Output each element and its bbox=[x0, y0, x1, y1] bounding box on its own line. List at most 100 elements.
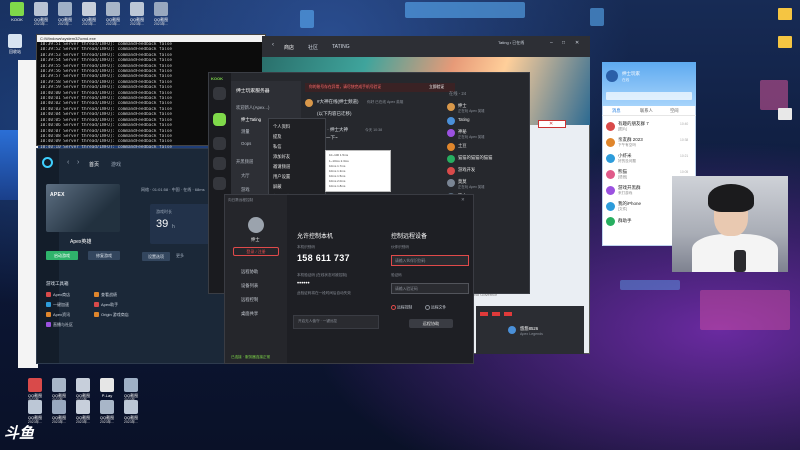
discover-icon[interactable] bbox=[213, 157, 226, 170]
desktop-icon-screenshot[interactable]: QQ截图2023年... bbox=[118, 378, 144, 402]
chat-item[interactable]: 有趣的朋友群 7 [图片] 10:40 bbox=[604, 120, 694, 134]
avatar[interactable] bbox=[447, 155, 455, 163]
record-icon[interactable] bbox=[480, 312, 488, 316]
connect-button[interactable]: 远程协助 bbox=[409, 319, 453, 328]
sidebar-item-remote-control[interactable]: 远程控制 bbox=[241, 297, 258, 303]
avatar[interactable] bbox=[447, 143, 455, 151]
avatar[interactable] bbox=[447, 117, 455, 125]
file-icon[interactable] bbox=[778, 108, 792, 120]
tab-store[interactable]: 商店 bbox=[284, 44, 294, 51]
more-link[interactable]: 更多 bbox=[176, 253, 184, 259]
avatar[interactable] bbox=[508, 326, 516, 334]
desktop-icon-screenshot[interactable]: QQ截图2023年... bbox=[94, 400, 120, 424]
close-icon[interactable]: ✕ bbox=[461, 197, 465, 203]
channel-item[interactable]: 测量 bbox=[241, 129, 250, 135]
partner-code-input[interactable]: 请输入伙伴识别码 bbox=[391, 255, 469, 266]
menu-item[interactable]: 添加好友 bbox=[273, 154, 290, 160]
avatar[interactable] bbox=[447, 179, 455, 187]
tab-home[interactable]: 首页 bbox=[89, 161, 99, 168]
desktop-icon-screenshot[interactable]: QQ截图2023年... bbox=[46, 400, 72, 424]
member-name[interactable]: 游戏开发 bbox=[458, 167, 475, 173]
desktop-icon-screenshot[interactable]: QQ截图 2023年... bbox=[76, 2, 102, 26]
member-name[interactable]: 土豆 bbox=[458, 143, 467, 149]
mode-remote-control[interactable]: 远程控制 bbox=[391, 305, 412, 311]
tool-item[interactable]: Apex助手 bbox=[94, 302, 118, 308]
avatar[interactable] bbox=[248, 217, 264, 233]
settings-button[interactable]: 设置选项 bbox=[142, 252, 170, 261]
forward-arrow-icon[interactable]: › bbox=[77, 159, 79, 166]
member-name[interactable]: 猫猫的猫猫的猫猫 bbox=[458, 155, 492, 161]
avatar[interactable] bbox=[305, 99, 313, 107]
channel-item[interactable]: Oops bbox=[241, 141, 251, 146]
close-popup-button[interactable]: ✕ bbox=[538, 120, 566, 128]
tab-community[interactable]: 社区 bbox=[308, 44, 318, 51]
user-status[interactable]: Tating • 已在线 bbox=[498, 40, 524, 46]
add-server-icon[interactable] bbox=[213, 137, 226, 150]
menu-item[interactable]: 私信 bbox=[273, 144, 282, 150]
unattended-option[interactable]: 开启无人值守 · 一键远控 bbox=[293, 315, 379, 329]
download-icon[interactable] bbox=[213, 177, 226, 190]
desktop-icon-screenshot[interactable]: QQ截图2023年... bbox=[22, 378, 48, 402]
menu-item[interactable]: 邀请频道 bbox=[273, 164, 290, 170]
console-titlebar[interactable]: C:\Windows\system32\cmd.exe bbox=[37, 35, 265, 42]
desktop-icon-screenshot[interactable]: QQ截图2023年... bbox=[22, 400, 48, 424]
menu-item[interactable]: 个人资料 bbox=[273, 124, 290, 130]
home-icon[interactable] bbox=[213, 87, 226, 100]
tab-games[interactable]: 游戏 bbox=[111, 161, 121, 168]
desktop-icon-screenshot[interactable]: QQ截图 2023年... bbox=[52, 2, 78, 26]
remote-control-window[interactable]: 向日葵远程控制 绅士 登录 / 注册 远程协助 设备列表 远程控制 桌面共享 已… bbox=[224, 194, 474, 364]
qq-search-input[interactable] bbox=[606, 92, 692, 100]
qq-status[interactable]: 在线 bbox=[622, 78, 629, 83]
avatar[interactable] bbox=[447, 103, 455, 111]
menu-item[interactable]: 提及 bbox=[273, 134, 282, 140]
tool-item[interactable]: 一键加速 bbox=[46, 302, 69, 308]
avatar[interactable] bbox=[447, 167, 455, 175]
verify-code-input[interactable]: 请输入验证码 bbox=[391, 283, 469, 294]
sidebar-item-devices[interactable]: 设备列表 bbox=[241, 283, 258, 289]
sidebar-item-desktop-share[interactable]: 桌面共享 bbox=[241, 311, 258, 317]
desktop-icon-screenshot[interactable]: QQ截图 2023年... bbox=[28, 2, 54, 26]
record-icon[interactable] bbox=[492, 312, 500, 316]
tab-messages[interactable]: 消息 bbox=[612, 108, 621, 114]
back-arrow-icon[interactable]: ‹ bbox=[272, 42, 274, 48]
desktop-icon-recycle-bin[interactable]: 回收站 bbox=[2, 34, 28, 54]
server-icon[interactable] bbox=[213, 113, 226, 126]
channel-item[interactable]: 开黑频道 bbox=[236, 159, 253, 165]
tool-item[interactable]: Apex资讯 bbox=[46, 312, 70, 318]
desktop-icon-screenshot[interactable]: QQ截图2023年... bbox=[70, 378, 96, 402]
login-button[interactable]: 登录 / 注册 bbox=[233, 247, 279, 256]
channel-item[interactable]: 欢迎新人(Apex...) bbox=[236, 105, 269, 111]
channel-item[interactable]: 游戏 bbox=[241, 187, 250, 193]
maximize-icon[interactable]: □ bbox=[562, 40, 565, 46]
browser-topbar[interactable]: ‹ 商店 社区 TATING Tating • 已在线 – □ ✕ bbox=[262, 36, 590, 57]
launch-game-button[interactable]: 启动游戏 bbox=[46, 251, 78, 260]
record-icon[interactable] bbox=[504, 312, 512, 316]
desktop-icon-screenshot[interactable]: QQ截图 2023年... bbox=[148, 2, 174, 26]
menu-item[interactable]: 用户设置 bbox=[273, 174, 290, 180]
desktop-icon-screenshot[interactable]: QQ截图2023年... bbox=[70, 400, 96, 424]
desktop-icon-screenshot[interactable]: QQ截图 2023年... bbox=[100, 2, 126, 26]
desktop-icon-app[interactable]: P-Lay bbox=[94, 378, 120, 398]
tab-space[interactable]: 空间 bbox=[670, 108, 679, 114]
repair-game-button[interactable]: 修复游戏 bbox=[88, 251, 120, 260]
chat-item[interactable]: 小虾米 好的没问题 10:21 bbox=[604, 152, 694, 166]
tab-profile[interactable]: TATING bbox=[332, 44, 350, 50]
tool-item[interactable]: Origin 游戏商店 bbox=[94, 312, 129, 318]
desktop-icon-screenshot[interactable]: QQ截图 2023年... bbox=[124, 2, 150, 26]
menu-item[interactable]: 屏蔽 bbox=[273, 184, 282, 190]
tool-item[interactable]: 直播与社区 bbox=[46, 322, 73, 328]
folder-icon[interactable] bbox=[778, 8, 792, 20]
tool-item[interactable]: Apex商店 bbox=[46, 292, 70, 298]
sidebar-item-remote-assist[interactable]: 远程协助 bbox=[241, 269, 258, 275]
channel-item[interactable]: 绅士Tating bbox=[241, 117, 261, 123]
tool-item[interactable]: 查看战绩 bbox=[94, 292, 117, 298]
chat-item[interactable]: 亲友群 2023 下午有空吗 10:38 bbox=[604, 136, 694, 150]
server-name[interactable]: 绅士玩家服务器 bbox=[236, 87, 270, 94]
tab-contacts[interactable]: 联系人 bbox=[640, 108, 653, 114]
media-controls[interactable] bbox=[480, 310, 560, 318]
minimize-icon[interactable]: – bbox=[550, 40, 553, 46]
back-arrow-icon[interactable]: ‹ bbox=[67, 159, 69, 166]
channel-item[interactable]: 大厅 bbox=[241, 173, 250, 179]
desktop-icon-screenshot[interactable]: QQ截图2023年... bbox=[46, 378, 72, 402]
avatar[interactable] bbox=[606, 70, 618, 82]
